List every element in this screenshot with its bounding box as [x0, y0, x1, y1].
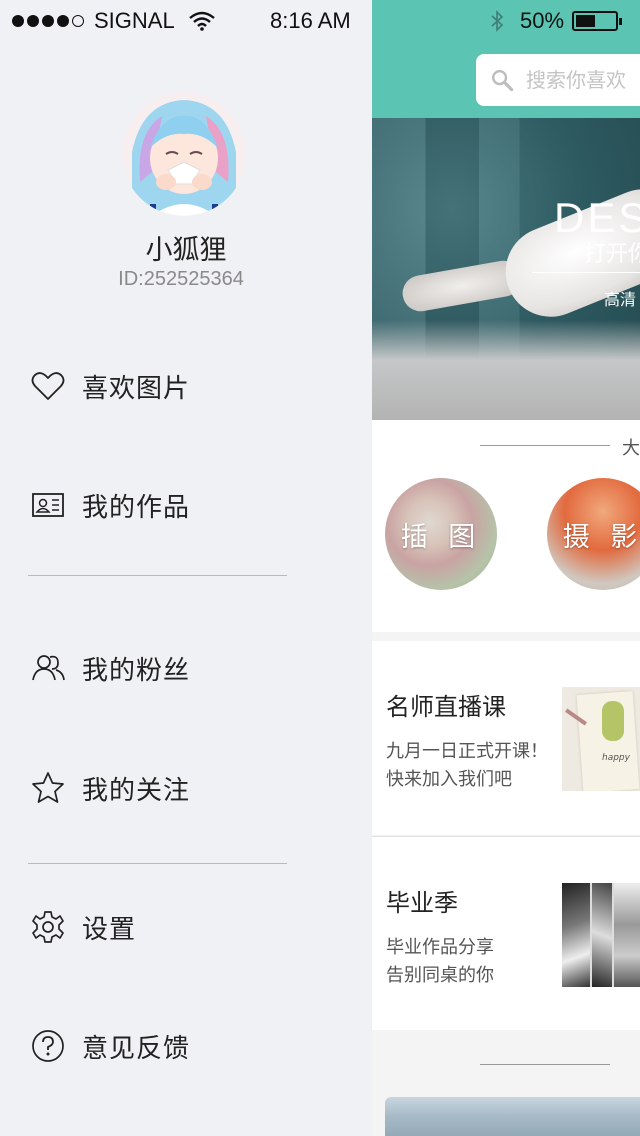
category-section: 大 插 图 摄 影: [372, 420, 640, 632]
status-time: 8:16 AM: [270, 8, 351, 33]
user-id: ID:252525364: [118, 268, 244, 290]
banner-caption: 高清: [604, 290, 637, 309]
next-section: [372, 1032, 640, 1136]
status-bar-right: 50%: [490, 6, 623, 36]
menu-item-feedback[interactable]: 意见反馈: [30, 1024, 190, 1068]
id-card-icon: [30, 487, 66, 523]
question-icon: [30, 1028, 66, 1064]
menu-divider: [28, 575, 287, 576]
category-label: 摄 影: [562, 521, 640, 553]
battery-icon: [572, 11, 623, 31]
menu-item-my-fans[interactable]: 我的粉丝: [30, 646, 190, 690]
category-label: 插 图: [400, 521, 482, 553]
star-icon: [30, 770, 66, 806]
bluetooth-icon: [491, 10, 504, 32]
search-icon: [492, 70, 514, 92]
card-subtitle: 九月一日正式开课！: [386, 741, 548, 762]
card-thumbnail: [562, 883, 640, 987]
username: 小狐狸: [145, 235, 227, 266]
avatar[interactable]: [122, 92, 246, 216]
card-subtitle: 毕业作品分享: [386, 937, 494, 958]
menu-label: 设置: [82, 914, 137, 945]
top-bar: 50%: [372, 0, 640, 118]
menu-item-my-works[interactable]: 我的作品: [30, 483, 190, 527]
menu-label: 意见反馈: [82, 1033, 191, 1064]
signal-strength-icon: [12, 15, 84, 27]
side-drawer: SIGNAL 8:16 AM 小狐狸 ID:252525364 喜欢图片 我的作…: [0, 0, 372, 1136]
banner-title: DES: [554, 194, 640, 241]
section-rule: [480, 1064, 610, 1065]
menu-label: 喜欢图片: [82, 373, 191, 404]
banner-divider: [532, 272, 640, 273]
search-bar[interactable]: [476, 54, 640, 106]
status-bar-left: SIGNAL: [12, 6, 215, 36]
menu-label: 我的作品: [82, 492, 191, 523]
banner-subtitle: 打开你: [584, 242, 640, 267]
graduation-card[interactable]: 毕业季 毕业作品分享 告别同桌的你: [372, 836, 640, 1030]
banner[interactable]: DES 打开你 高清: [372, 118, 640, 420]
card-thumbnail: happy: [562, 687, 640, 791]
main-content: 50% DES 打开你 高清 大 插 图 摄 影 名师直播课 九月一日正式开课！…: [372, 0, 640, 1136]
course-card[interactable]: 名师直播课 九月一日正式开课！ 快来加入我们吧 happy: [372, 641, 640, 835]
card-title: 名师直播课: [386, 693, 506, 721]
thumbnail-text: happy: [602, 753, 630, 763]
heart-icon: [30, 368, 66, 404]
search-input[interactable]: [526, 68, 640, 92]
category-photography[interactable]: 摄 影: [547, 478, 640, 590]
card-title: 毕业季: [386, 889, 458, 917]
card-subtitle: 告别同桌的你: [386, 965, 494, 986]
wifi-icon: [188, 11, 215, 31]
gear-icon: [30, 909, 66, 945]
menu-item-my-following[interactable]: 我的关注: [30, 766, 190, 810]
menu-label: 我的粉丝: [82, 655, 191, 686]
people-icon: [30, 650, 66, 686]
menu-label: 我的关注: [82, 775, 191, 806]
battery-percent: 50%: [520, 8, 565, 33]
menu-divider: [28, 863, 287, 864]
category-illustration[interactable]: 插 图: [385, 478, 497, 590]
card-subtitle: 快来加入我们吧: [386, 769, 512, 790]
menu-item-liked-images[interactable]: 喜欢图片: [30, 364, 190, 408]
section-rule: [480, 445, 610, 446]
carrier-name: SIGNAL: [94, 8, 175, 33]
menu-item-settings[interactable]: 设置: [30, 905, 136, 949]
feed-image[interactable]: [385, 1097, 640, 1136]
section-header: 大: [622, 438, 640, 459]
